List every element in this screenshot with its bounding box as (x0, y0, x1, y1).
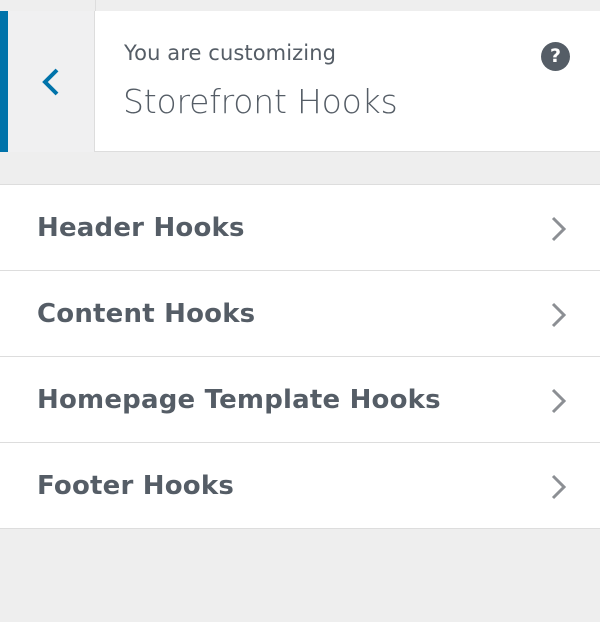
top-strip (0, 0, 600, 11)
section-item-homepage-template-hooks[interactable]: Homepage Template Hooks (0, 357, 600, 443)
chevron-right-icon (551, 388, 567, 414)
back-button[interactable] (0, 11, 95, 152)
panel-title: Storefront Hooks (123, 82, 398, 121)
section-item-header-hooks[interactable]: Header Hooks (0, 185, 600, 271)
chevron-right-icon (551, 474, 567, 500)
section-list: Header Hooks Content Hooks Homepage Temp… (0, 184, 600, 529)
top-divider (95, 0, 96, 11)
section-item-label: Homepage Template Hooks (37, 385, 441, 415)
help-icon[interactable]: ? (541, 42, 570, 71)
customizer-panel-header: You are customizing Storefront Hooks ? (0, 11, 600, 152)
section-item-label: Footer Hooks (37, 471, 235, 501)
chevron-right-icon (551, 302, 567, 328)
section-item-footer-hooks[interactable]: Footer Hooks (0, 443, 600, 529)
chevron-right-icon (551, 216, 567, 242)
section-item-content-hooks[interactable]: Content Hooks (0, 271, 600, 357)
section-item-label: Header Hooks (37, 213, 245, 243)
chevron-left-icon (42, 68, 59, 96)
section-item-label: Content Hooks (37, 299, 256, 329)
customizing-label: You are customizing (124, 41, 337, 65)
